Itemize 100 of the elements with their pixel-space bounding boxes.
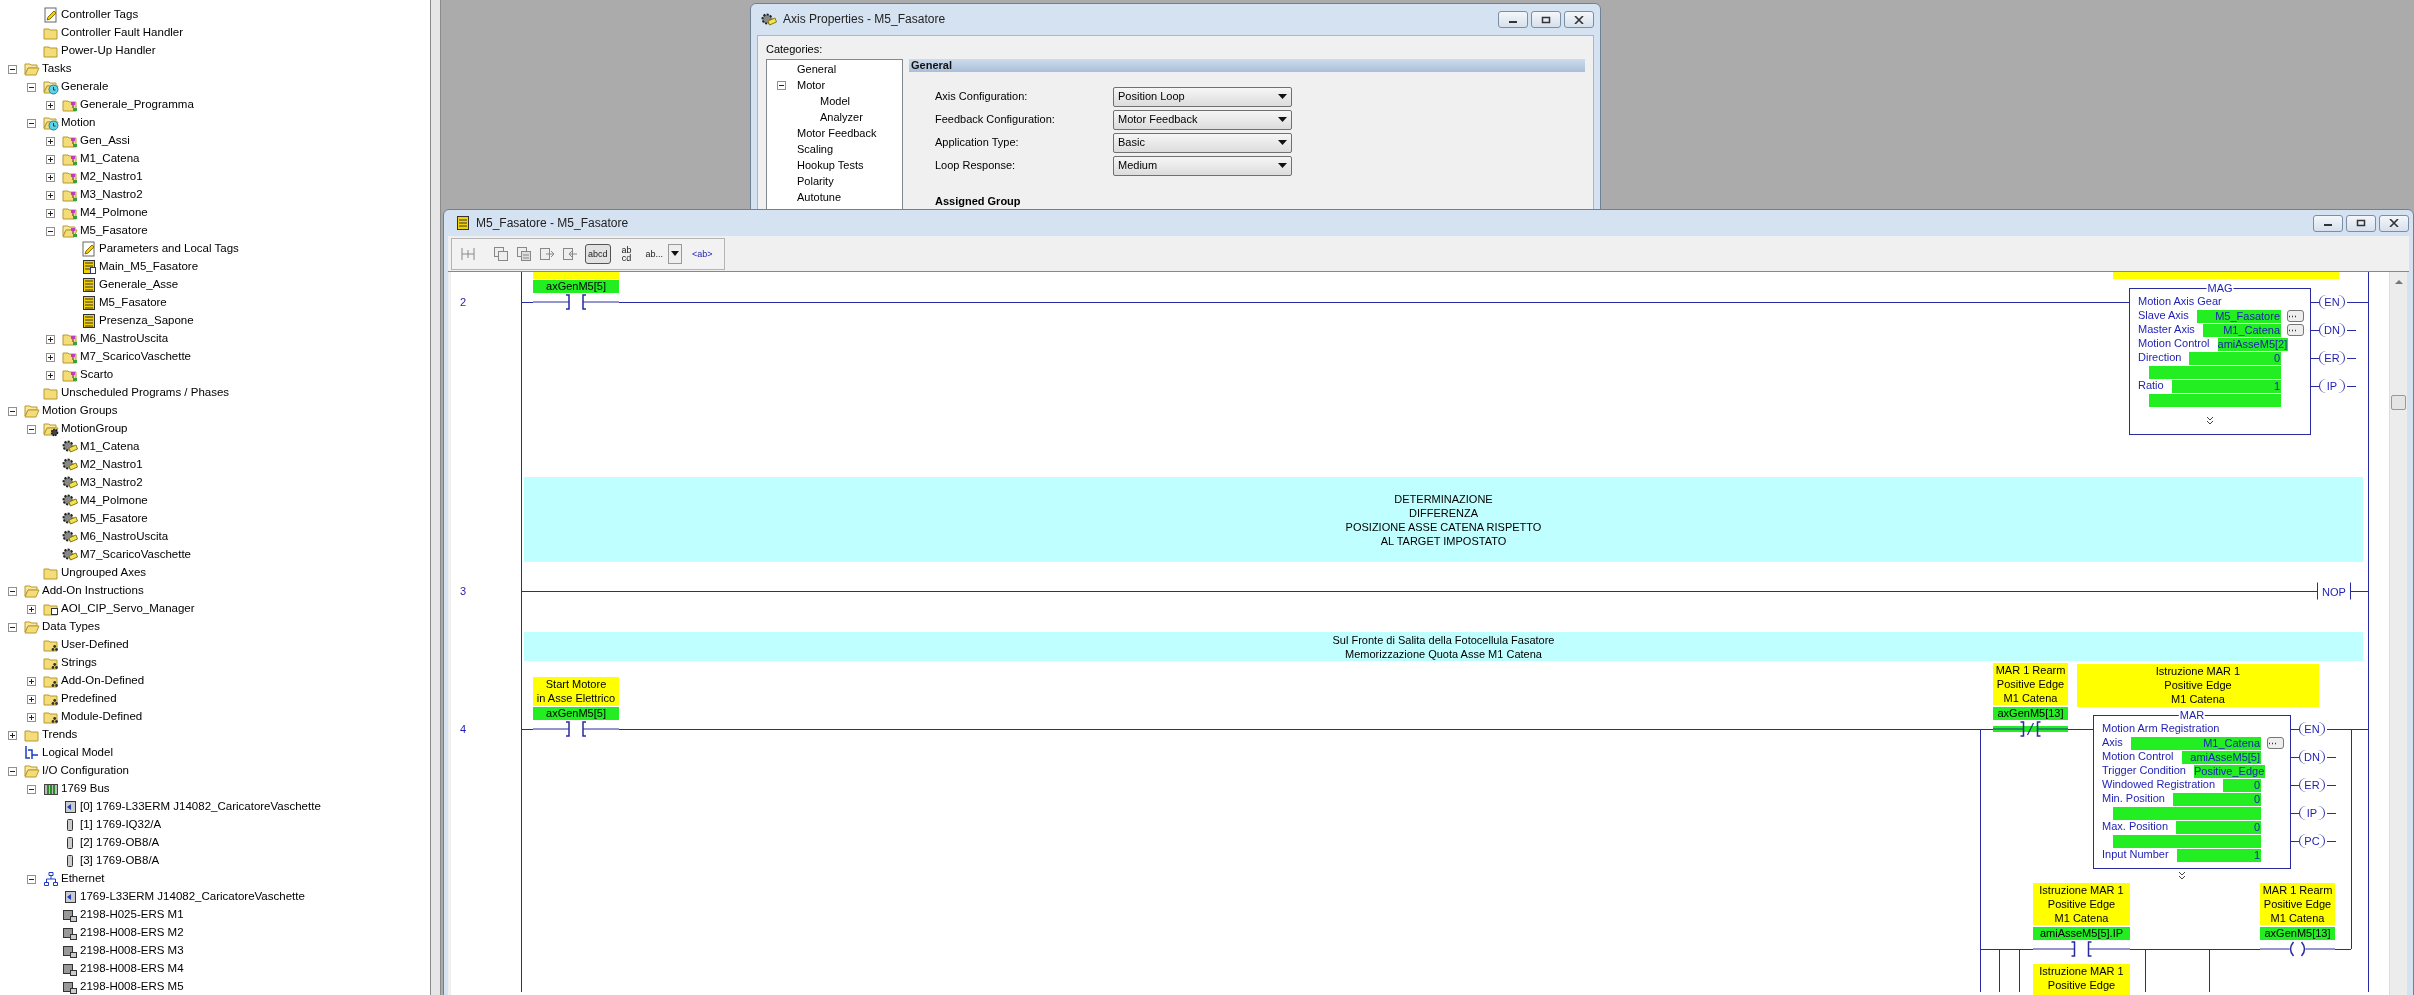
tree-item[interactable]: M3_Nastro2 — [80, 476, 143, 490]
tree-item[interactable]: [2] 1769-OB8/A — [80, 836, 160, 850]
tree-item[interactable]: Power-Up Handler — [61, 44, 156, 58]
expand-toggle[interactable] — [27, 712, 36, 722]
maximize-icon[interactable] — [2356, 219, 2366, 227]
collapse-toggle[interactable] — [8, 586, 17, 596]
dropdown-toggle[interactable] — [668, 243, 683, 264]
expand-icon[interactable] — [2205, 416, 2214, 425]
parameter-value[interactable]: 0 — [2176, 820, 2261, 834]
tree-item[interactable]: 2198-H008-ERS M2 — [80, 926, 184, 940]
collapse-toggle[interactable] — [777, 80, 786, 90]
paste-rung-icon[interactable] — [516, 245, 532, 262]
parameter-value[interactable]: amiAsseM5[5] — [2181, 750, 2261, 764]
tree-item[interactable]: Trends — [42, 728, 78, 742]
tree-item[interactable]: Motion — [61, 116, 96, 130]
tree-item[interactable]: Main_M5_Fasatore — [99, 260, 199, 274]
parameter-value[interactable]: 1 — [2176, 848, 2261, 862]
close-icon[interactable] — [1574, 15, 1584, 24]
tree-item[interactable]: MotionGroup — [61, 422, 128, 436]
parameter-value[interactable]: M1_Catena — [2202, 323, 2281, 337]
expand-toggle[interactable] — [46, 100, 55, 110]
collapse-toggle[interactable] — [46, 226, 55, 236]
parameter-value[interactable]: amiAsseM5[2] — [2217, 337, 2289, 351]
tree-item[interactable]: 2198-H025-ERS M1 — [80, 908, 184, 922]
tree-item[interactable]: M7_ScaricoVaschette — [80, 350, 191, 364]
tree-item[interactable]: M3_Nastro2 — [80, 188, 143, 202]
dropdown[interactable]: Basic — [1113, 132, 1292, 153]
collapse-toggle[interactable] — [27, 82, 36, 92]
dropdown[interactable]: Medium — [1113, 155, 1292, 176]
tree-item[interactable]: Gen_Assi — [80, 134, 130, 148]
parameter-value[interactable]: M1_Catena — [2130, 736, 2261, 750]
expand-icon[interactable] — [2177, 871, 2186, 880]
expand-toggle[interactable] — [46, 208, 55, 218]
expand-toggle[interactable] — [8, 730, 17, 740]
tree-item[interactable]: Controller Tags — [61, 8, 139, 22]
toolbar-button[interactable]: ab... — [642, 243, 667, 264]
tree-item[interactable]: Tasks — [42, 62, 72, 76]
tree-item[interactable]: AOI_CIP_Servo_Manager — [61, 602, 195, 616]
tree-item[interactable]: 2198-H008-ERS M4 — [80, 962, 184, 976]
tree-item[interactable]: Presenza_Sapone — [99, 314, 194, 328]
tree-item[interactable]: M6_NastroUscita — [80, 530, 169, 544]
close-button[interactable] — [1564, 11, 1594, 28]
tree-item[interactable]: M5_Fasatore — [80, 224, 148, 238]
maximize-button[interactable] — [1531, 11, 1561, 28]
maximize-icon[interactable] — [1541, 15, 1551, 24]
category-item[interactable]: Model — [820, 94, 850, 108]
tree-item[interactable]: Motion Groups — [42, 404, 118, 418]
category-item[interactable]: Motor Feedback — [797, 126, 877, 140]
tree-item[interactable]: M7_ScaricoVaschette — [80, 548, 191, 562]
expand-toggle[interactable] — [27, 694, 36, 704]
category-item[interactable]: Hookup Tests — [797, 158, 864, 172]
tree-item[interactable]: M6_NastroUscita — [80, 332, 169, 346]
splitter[interactable] — [431, 0, 441, 995]
category-item[interactable]: Autotune — [797, 190, 842, 204]
tree-item[interactable]: M1_Catena — [80, 440, 140, 454]
tree-item[interactable]: 1769-L33ERM J14082_CaricatoreVaschette — [80, 890, 305, 904]
category-item[interactable]: Motor — [797, 78, 826, 92]
tree-item[interactable]: M4_Polmone — [80, 206, 148, 220]
tree-item[interactable]: Parameters and Local Tags — [99, 242, 239, 256]
expand-toggle[interactable] — [27, 604, 36, 614]
tree-item[interactable]: M5_Fasatore — [99, 296, 167, 310]
tree-item[interactable]: 1769 Bus — [61, 782, 110, 796]
collapse-toggle[interactable] — [27, 118, 36, 128]
category-item[interactable]: Analyzer — [820, 110, 863, 124]
tree-item[interactable]: Generale_Asse — [99, 278, 179, 292]
collapse-toggle[interactable] — [8, 622, 17, 632]
tree-item[interactable]: Ungrouped Axes — [61, 566, 147, 580]
tree-item[interactable]: M4_Polmone — [80, 494, 148, 508]
collapse-toggle[interactable] — [27, 784, 36, 794]
parameter-value[interactable]: 0 — [2223, 778, 2261, 792]
expand-toggle[interactable] — [46, 334, 55, 344]
tree-item[interactable]: [1] 1769-IQ32/A — [80, 818, 162, 832]
import-icon[interactable] — [562, 245, 578, 262]
maximize-button[interactable] — [2346, 214, 2376, 232]
parameter-value[interactable]: 0 — [2189, 351, 2281, 365]
collapse-toggle[interactable] — [8, 64, 17, 74]
tree-item[interactable]: [3] 1769-OB8/A — [80, 854, 160, 868]
tree-item[interactable]: Logical Model — [42, 746, 113, 760]
toolbar-button[interactable]: ab cd — [617, 243, 636, 264]
expand-toggle[interactable] — [46, 154, 55, 164]
parameter-value[interactable]: 0 — [2173, 792, 2261, 806]
expand-toggle[interactable] — [27, 676, 36, 686]
category-item[interactable]: Scaling — [797, 142, 834, 156]
collapse-toggle[interactable] — [8, 406, 17, 416]
scrollbar[interactable] — [2389, 272, 2407, 995]
tree-item[interactable]: Predefined — [61, 692, 117, 706]
tree-item[interactable]: 2198-H008-ERS M5 — [80, 980, 184, 994]
collapse-toggle[interactable] — [27, 874, 36, 884]
export-icon[interactable] — [539, 245, 555, 262]
collapse-toggle[interactable] — [8, 766, 17, 776]
tree-item[interactable]: I/O Configuration — [42, 764, 129, 778]
minimize-button[interactable] — [2313, 214, 2343, 232]
category-item[interactable]: General — [797, 62, 837, 76]
browse-button[interactable] — [2287, 324, 2304, 336]
parameter-value[interactable]: Positive_Edge — [2193, 764, 2266, 778]
tree-item[interactable]: M2_Nastro1 — [80, 170, 143, 184]
scroll-thumb[interactable] — [2391, 395, 2406, 410]
close-icon[interactable] — [2389, 219, 2399, 227]
expand-toggle[interactable] — [46, 190, 55, 200]
tree-item[interactable]: Data Types — [42, 620, 100, 634]
